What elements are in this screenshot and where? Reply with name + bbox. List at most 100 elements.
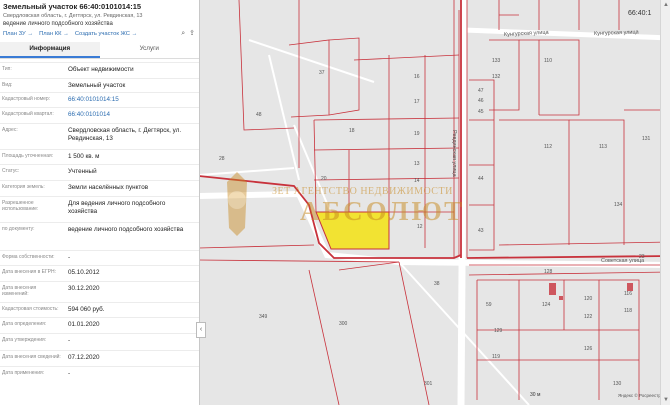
attribute-row: Тип: Объект недвижимости	[0, 62, 199, 77]
attribute-label: Адрес:	[2, 127, 18, 133]
parcel-label: 37	[319, 70, 325, 76]
parcel-label: 47	[478, 88, 484, 94]
parcel-label: 119	[492, 354, 500, 360]
attribute-row: Кадастровая стоимость: 594 060 руб.	[0, 302, 199, 317]
attribute-value: 30.12.2020	[68, 285, 100, 292]
attribute-value: Земельный участок	[68, 82, 126, 89]
cadastral-link[interactable]: 66:40:0101014	[68, 111, 196, 119]
tab-services[interactable]: Услуги	[100, 42, 200, 58]
attribute-label: Кадастровый номер:	[2, 96, 51, 102]
parcel-label: 44	[478, 176, 484, 182]
parcel-label: 17	[414, 99, 420, 105]
attribute-label: Разрешенное использование:	[2, 200, 39, 212]
cadastral-link[interactable]: 66:40:0101014:15	[68, 96, 196, 104]
attribute-row: Адрес: Свердловская область, г. Дегтярск,…	[0, 123, 199, 148]
attribute-row: Дата утверждения: -	[0, 333, 199, 348]
map-attribution: Яндекс © Росреестр	[618, 393, 661, 398]
attribute-row: Категория земель: Земли населённых пункто…	[0, 180, 199, 197]
parcel-label: 132	[492, 74, 501, 80]
attribute-label: Категория земель:	[2, 184, 45, 190]
parcel-label: 130	[613, 381, 622, 387]
parcel-label: 19	[414, 131, 420, 137]
attribute-row: Дата внесения изменений: 30.12.2020	[0, 281, 199, 300]
attribute-row: по документу: ведение личного подсобного …	[0, 222, 199, 253]
attribute-label: Дата внесения сведений:	[2, 354, 61, 360]
attribute-value: -	[68, 370, 71, 377]
attribute-label: Дата внесения в ЕГРН:	[2, 269, 57, 275]
parcel-title: Земельный участок 66:40:0101014:15	[3, 2, 142, 11]
attribute-value: 594 060 руб.	[68, 306, 105, 313]
parcel-purpose: ведение личного подсобного хозяйства	[3, 21, 113, 27]
attribute-row: Статус: Учтенный	[0, 164, 199, 179]
scroll-down-icon[interactable]: ▼	[663, 397, 669, 403]
parcel-address: Свердловская область, г. Дегтярск, ул. Р…	[3, 13, 143, 19]
parcel-label: 131	[642, 136, 651, 142]
map-coord-label: 66:40:1	[628, 10, 652, 17]
page-scrollbar[interactable]: ▲ ▼	[660, 0, 670, 405]
attribute-row: Дата применения: -	[0, 366, 199, 381]
parcel-label: 126	[584, 346, 593, 352]
attribute-label: Вид:	[2, 82, 13, 88]
street-label-sovetskaya: Советская улица	[601, 258, 645, 264]
attribute-label: Дата утверждения:	[2, 337, 47, 343]
attribute-value: -	[68, 337, 71, 344]
share-icon[interactable]: ⇪	[189, 29, 195, 39]
attribute-value: Земли населённых пунктов	[68, 184, 149, 191]
attribute-value: ведение личного подсобного хозяйства	[68, 226, 184, 233]
street-label-revdinskaya: Ревдинская улица	[451, 130, 457, 178]
action-links: План ЗУ → План КК → Создать участок ЖС →…	[3, 29, 195, 39]
parcel-label: 301	[424, 381, 433, 387]
collapse-panel-button[interactable]: ‹	[196, 322, 206, 338]
parcel-label: 113	[599, 144, 607, 150]
parcel-label: 38	[434, 281, 440, 287]
parcel-label: 128	[544, 269, 553, 275]
parcel-label: 112	[544, 144, 552, 150]
search-icon[interactable]: ⌕	[181, 29, 185, 39]
attribute-value: -	[68, 254, 71, 261]
attribute-row: Дата определения: 01.01.2020	[0, 317, 199, 332]
attribute-label: Дата внесения изменений:	[2, 285, 37, 297]
building	[559, 296, 563, 300]
attribute-row: Разрешенное использование: Для ведения ли…	[0, 196, 199, 223]
attribute-row: Кадастровый квартал: 66:40:0101014	[0, 107, 199, 122]
tab-bar: Информация Услуги	[0, 42, 199, 59]
attribute-value: Учтенный	[68, 168, 97, 175]
parcel-label: 46	[478, 98, 484, 104]
parcel-label: 118	[624, 308, 632, 314]
parcel-label: 28	[219, 156, 225, 162]
attribute-label: Дата применения:	[2, 370, 45, 376]
parcel-label: 13	[414, 161, 420, 167]
parcel-label: 134	[614, 202, 623, 208]
attribute-label: Площадь уточненная:	[2, 153, 54, 159]
parcel-label: 59	[486, 302, 492, 308]
parcel-label: 18	[349, 128, 355, 134]
attribute-value: 07.12.2020	[68, 354, 100, 361]
parcel-label: 14	[414, 178, 420, 184]
parcel-label: 129	[494, 328, 503, 334]
watermark-emblem	[227, 172, 247, 236]
attribute-value: 1 500 кв. м	[68, 153, 100, 160]
building	[627, 283, 633, 291]
parcel-label: 48	[256, 112, 262, 118]
parcel-label: 300	[339, 321, 348, 327]
tab-info[interactable]: Информация	[0, 42, 100, 58]
scroll-up-icon[interactable]: ▲	[663, 2, 669, 8]
attribute-label: Кадастровая стоимость:	[2, 306, 59, 312]
attribute-label: Тип:	[2, 66, 12, 72]
attribute-label: Статус:	[2, 168, 20, 174]
map-scale: 30 м	[530, 392, 541, 398]
info-panel: Земельный участок 66:40:0101014:15 Сверд…	[0, 0, 200, 405]
parcel-label: 20	[321, 176, 327, 182]
parcel-label: 124	[542, 302, 551, 308]
attribute-value: 05.10.2012	[68, 269, 100, 276]
attribute-row: Дата внесения в ЕГРН: 05.10.2012	[0, 265, 199, 280]
plan-zu-link[interactable]: План ЗУ →	[3, 29, 33, 39]
parcel-label: 120	[584, 296, 593, 302]
plan-kk-link[interactable]: План КК →	[39, 29, 69, 39]
attribute-value: Для ведения личного подсобного хозяйства	[68, 200, 166, 215]
create-zhs-link[interactable]: Создать участок ЖС →	[75, 29, 138, 39]
parcel-label: 45	[478, 109, 484, 115]
parcel-label: 43	[478, 228, 484, 234]
attribute-value: Свердловская область, г. Дегтярск, ул. Р…	[68, 127, 182, 142]
attribute-row: Площадь уточненная: 1 500 кв. м	[0, 149, 199, 164]
